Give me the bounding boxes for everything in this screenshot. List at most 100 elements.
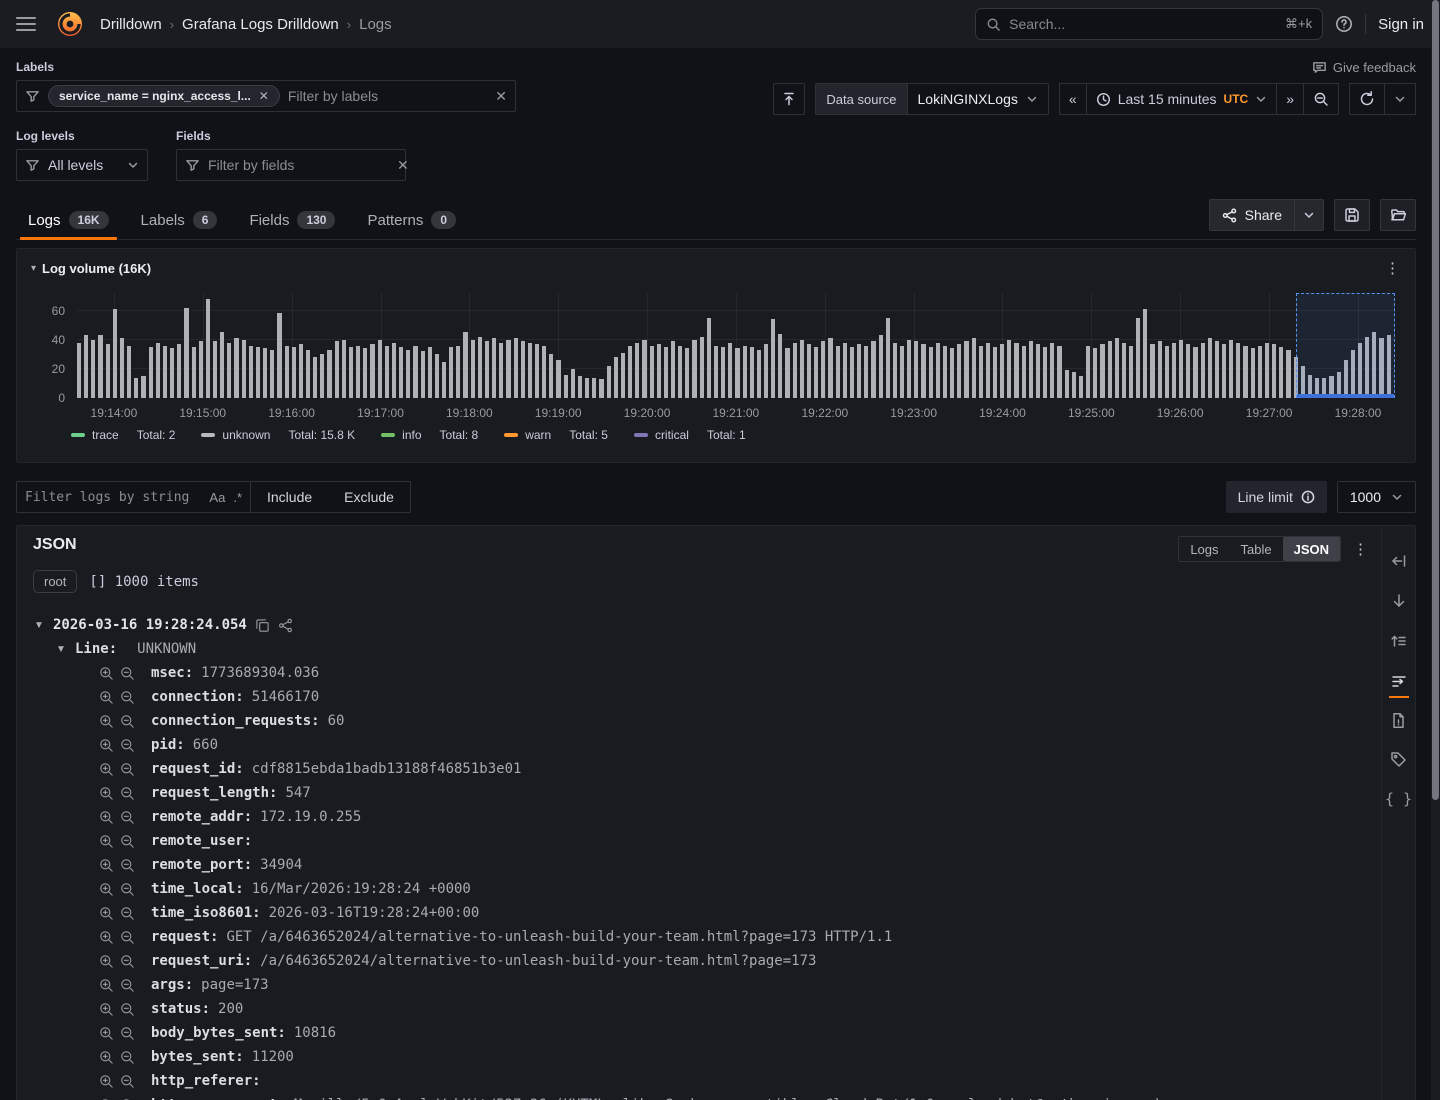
wrap-lines-icon[interactable]	[1390, 672, 1408, 690]
x-tick-label: 19:26:00	[1157, 406, 1204, 420]
scrollbar-thumb[interactable]	[1432, 0, 1439, 800]
breadcrumb-grafana-logs-drilldown[interactable]: Grafana Logs Drilldown	[182, 16, 339, 33]
line-limit-select[interactable]: 1000	[1337, 481, 1416, 513]
chip-remove-icon[interactable]: ✕	[259, 89, 269, 103]
zoom-in-icon	[99, 906, 114, 921]
volume-bar	[549, 354, 553, 398]
volume-bar	[1215, 341, 1219, 398]
json-root-breadcrumb[interactable]: root	[33, 570, 77, 593]
collapse-triangle-icon[interactable]: ▼	[55, 644, 67, 655]
log-field-row: body_bytes_sent:10816	[33, 1021, 1369, 1045]
share-button[interactable]: Share	[1210, 200, 1294, 230]
refresh-interval-dropdown[interactable]	[1385, 83, 1416, 115]
zoom-in-icon	[99, 930, 114, 945]
upload-button[interactable]	[773, 83, 805, 115]
volume-bar	[1279, 347, 1283, 398]
collapse-triangle-icon[interactable]: ▼	[33, 620, 45, 631]
tab-fields[interactable]: Fields130	[237, 205, 347, 239]
time-selection-region[interactable]	[1296, 293, 1395, 398]
timezone-label[interactable]: UTC	[1224, 92, 1249, 106]
fields-label: Fields	[176, 129, 406, 143]
fields-clear-icon[interactable]: ✕	[397, 157, 409, 174]
datasource-select[interactable]: LokiNGINXLogs	[907, 84, 1048, 114]
zoom-out-icon	[120, 882, 135, 897]
time-forward-button[interactable]: »	[1277, 83, 1304, 115]
labels-clear-icon[interactable]: ✕	[495, 88, 507, 105]
view-option-logs[interactable]: Logs	[1179, 537, 1229, 561]
field-value: 16/Mar/2026:19:28:24 +0000	[252, 881, 471, 897]
sign-in-button[interactable]: Sign in	[1378, 16, 1424, 33]
regex-toggle[interactable]: .*	[233, 490, 242, 505]
tab-logs[interactable]: Logs16K	[16, 205, 121, 239]
line-limit-button[interactable]: Line limit	[1226, 481, 1327, 513]
json-panel-menu-icon[interactable]: ⋮	[1353, 540, 1369, 558]
field-value: 51466170	[252, 689, 319, 705]
label-filter-chip[interactable]: service_name = nginx_access_l... ✕	[48, 85, 280, 107]
log-string-filter[interactable]: Aa .*	[17, 482, 251, 512]
log-entry-timestamp-row[interactable]: ▼2026-03-16 19:28:24.054	[33, 613, 1369, 637]
return-icon[interactable]	[1390, 552, 1408, 570]
log-string-filter-input[interactable]	[25, 490, 201, 505]
time-back-button[interactable]: «	[1059, 83, 1087, 115]
save-button[interactable]	[1334, 199, 1370, 231]
legend-item-unknown[interactable]: unknown	[201, 428, 270, 442]
fields-filter-combobox[interactable]: ✕	[176, 149, 406, 181]
volume-bar	[1229, 340, 1233, 398]
view-option-json[interactable]: JSON	[1283, 537, 1340, 561]
braces-icon[interactable]: { }	[1385, 790, 1412, 808]
sort-ascending-icon[interactable]	[1390, 632, 1408, 650]
x-tick-label: 19:15:00	[179, 406, 226, 420]
copy-icon[interactable]	[255, 618, 270, 633]
arrow-down-icon[interactable]	[1390, 592, 1408, 610]
volume-bar	[1072, 372, 1076, 398]
open-folder-button[interactable]	[1380, 199, 1416, 231]
help-icon[interactable]	[1335, 15, 1353, 33]
exclude-button[interactable]: Exclude	[328, 482, 410, 512]
zoom-out-icon	[120, 834, 135, 849]
volume-bar	[320, 354, 324, 398]
page-scrollbar[interactable]	[1431, 0, 1440, 1100]
legend-swatch	[504, 433, 518, 437]
time-range-button[interactable]: Last 15 minutes UTC	[1087, 83, 1278, 115]
share-dropdown-icon[interactable]	[1294, 200, 1323, 230]
labels-filter-input[interactable]	[288, 88, 487, 104]
refresh-button[interactable]	[1349, 83, 1385, 115]
legend-item-trace[interactable]: trace	[71, 428, 119, 442]
breadcrumb-logs: Logs	[359, 16, 392, 33]
grafana-logo[interactable]	[56, 10, 84, 38]
log-levels-dropdown[interactable]: All levels	[16, 149, 148, 181]
legend-total: Total: 2	[137, 428, 176, 442]
menu-icon[interactable]	[16, 12, 40, 36]
collapse-chevron-icon[interactable]: ▾	[31, 263, 36, 274]
tag-icon[interactable]	[1390, 751, 1407, 768]
volume-bar	[349, 347, 353, 398]
legend-item-info[interactable]: info	[381, 428, 421, 442]
log-line-row[interactable]: ▼Line:UNKNOWN	[33, 637, 1369, 661]
document-icon[interactable]	[1390, 712, 1407, 729]
upload-icon	[781, 91, 797, 107]
legend-item-critical[interactable]: critical	[634, 428, 689, 442]
legend-item-warn[interactable]: warn	[504, 428, 551, 442]
search-input[interactable]: ⌘+k	[975, 8, 1323, 40]
volume-bar	[492, 338, 496, 398]
give-feedback-button[interactable]: Give feedback	[1312, 60, 1416, 75]
panel-menu-icon[interactable]: ⋮	[1385, 259, 1401, 277]
y-tick-label: 0	[58, 391, 65, 405]
view-tabs: Logs16KLabels6Fields130Patterns0	[16, 205, 468, 239]
labels-filter-combobox[interactable]: service_name = nginx_access_l... ✕ ✕	[16, 80, 516, 112]
breadcrumb-drilldown[interactable]: Drilldown	[100, 16, 162, 33]
tab-patterns[interactable]: Patterns0	[355, 205, 468, 239]
include-button[interactable]: Include	[251, 482, 328, 512]
tab-labels[interactable]: Labels6	[129, 205, 230, 239]
share-link-icon[interactable]	[278, 618, 293, 633]
log-volume-chart[interactable]: 0204060	[77, 293, 1395, 398]
chevron-down-icon	[1026, 93, 1038, 105]
case-sensitive-toggle[interactable]: Aa	[209, 490, 225, 505]
tab-badge: 16K	[69, 211, 109, 229]
time-zoom-out-button[interactable]	[1304, 83, 1339, 115]
volume-bar	[914, 341, 918, 398]
view-option-table[interactable]: Table	[1230, 537, 1283, 561]
search-field[interactable]	[1009, 16, 1277, 32]
x-tick-label: 19:19:00	[535, 406, 582, 420]
fields-filter-input[interactable]	[208, 157, 389, 173]
